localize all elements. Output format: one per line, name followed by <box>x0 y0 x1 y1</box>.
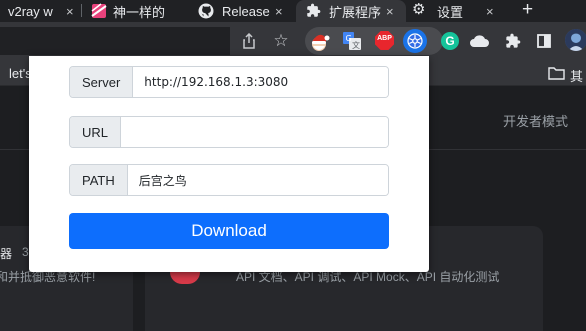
tab-strip: v2ray w × 神一样的 × Release × 扩展程序 <box>0 0 586 22</box>
extensions-puzzle-icon[interactable] <box>504 32 521 49</box>
kubernetes-extension-icon[interactable] <box>403 29 427 53</box>
close-icon[interactable]: × <box>486 4 494 19</box>
share-icon[interactable] <box>240 32 258 50</box>
tab-separator <box>81 4 82 17</box>
card-count: 3 <box>22 245 29 259</box>
server-input-group: Server <box>69 66 389 98</box>
tab-label: 扩展程序 <box>329 4 381 20</box>
gear-icon: ⚙ <box>412 1 426 18</box>
path-input-group: PATH <box>69 164 389 196</box>
svg-text:G: G <box>346 34 352 43</box>
close-icon[interactable]: × <box>66 4 74 19</box>
puzzle-icon <box>307 3 321 17</box>
url-input[interactable] <box>121 117 388 147</box>
tab-release[interactable]: Release × <box>184 0 294 22</box>
translate-extension-icon[interactable]: G 文 <box>343 32 361 50</box>
tab-settings[interactable]: ⚙ 设置 × <box>406 0 508 22</box>
server-label: Server <box>70 67 134 97</box>
new-tab-button[interactable]: + <box>522 0 533 21</box>
address-bar[interactable] <box>0 27 230 55</box>
tab-extensions[interactable]: 扩展程序 × <box>296 0 406 22</box>
card-title: 器 <box>0 247 13 261</box>
close-icon[interactable]: × <box>275 4 283 19</box>
bookmark-folder-label[interactable]: 其 <box>570 66 583 85</box>
server-input[interactable] <box>133 67 388 97</box>
close-icon[interactable]: × <box>386 4 394 19</box>
avatar[interactable] <box>565 29 586 51</box>
tab-label: Release <box>222 3 270 19</box>
browser-window: v2ray w × 神一样的 × Release × 扩展程序 <box>0 0 586 331</box>
tab-favicon-icon <box>91 3 107 18</box>
github-icon <box>198 3 214 19</box>
folder-icon[interactable] <box>548 66 565 80</box>
tab-v2ray[interactable]: v2ray w × <box>0 0 80 22</box>
path-label: PATH <box>70 165 128 195</box>
tab-label: 神一样的 <box>113 4 166 20</box>
adblock-plus-icon[interactable]: ABP <box>375 31 394 50</box>
download-button[interactable]: Download <box>69 213 389 249</box>
grammarly-icon[interactable]: G <box>441 32 459 50</box>
url-label: URL <box>70 117 122 147</box>
path-input[interactable] <box>127 165 388 195</box>
download-popup: Server URL PATH Download <box>29 56 429 272</box>
developer-mode-label[interactable]: 开发者模式 <box>503 111 568 130</box>
tab-shenyiyang[interactable]: 神一样的 × <box>84 0 184 22</box>
cloud-extension-icon[interactable] <box>469 32 489 50</box>
side-panel-icon[interactable] <box>536 33 552 49</box>
svg-text:文: 文 <box>352 40 360 50</box>
santa-extension-icon[interactable] <box>308 29 330 53</box>
tab-label: v2ray w <box>8 3 53 19</box>
tab-label: 设置 <box>437 4 464 20</box>
toolbar <box>0 22 586 60</box>
url-input-group: URL <box>69 116 389 148</box>
bookmark-star-icon[interactable]: ☆ <box>271 31 291 51</box>
abp-label: ABP <box>377 35 392 42</box>
